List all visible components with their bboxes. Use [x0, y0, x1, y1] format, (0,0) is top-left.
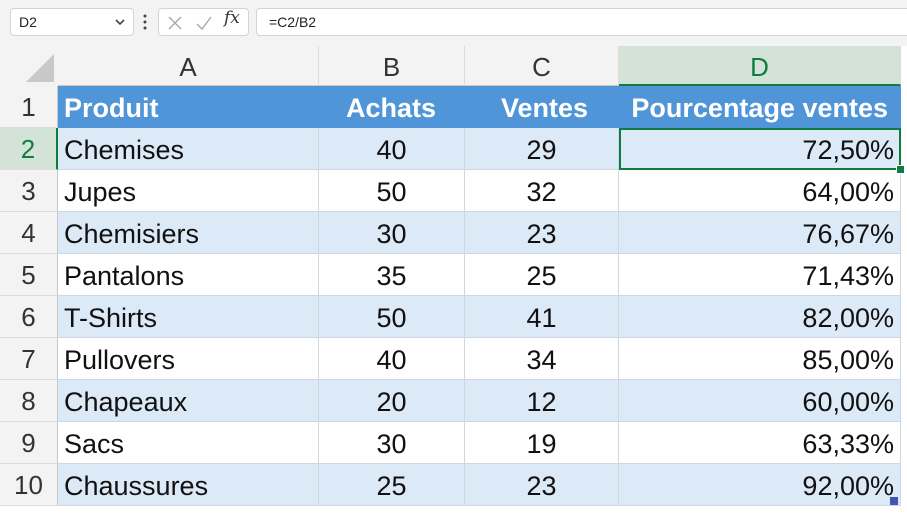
- cell-c10[interactable]: 23: [465, 464, 619, 506]
- select-all-triangle-icon: [26, 54, 54, 82]
- cell-d5[interactable]: 71,43%: [619, 254, 901, 296]
- select-all-button[interactable]: [0, 46, 58, 86]
- insert-function-button[interactable]: fx: [224, 8, 240, 28]
- column-header-a[interactable]: A: [58, 46, 319, 86]
- row-header-7[interactable]: 7: [0, 338, 58, 380]
- cell-c4[interactable]: 23: [465, 212, 619, 254]
- cell-b5[interactable]: 35: [319, 254, 465, 296]
- cell-d2[interactable]: 72,50%: [619, 128, 901, 170]
- cell-d3[interactable]: 64,00%: [619, 170, 901, 212]
- table-header-pourcentage[interactable]: Pourcentage ventes: [619, 86, 901, 128]
- cell-c5[interactable]: 25: [465, 254, 619, 296]
- cell-a6[interactable]: T-Shirts: [58, 296, 319, 338]
- cell-d7[interactable]: 85,00%: [619, 338, 901, 380]
- cell-d10[interactable]: 92,00%: [619, 464, 901, 506]
- cell-b10[interactable]: 25: [319, 464, 465, 506]
- cell-b8[interactable]: 20: [319, 380, 465, 422]
- more-options-icon[interactable]: [141, 12, 149, 32]
- column-header-b[interactable]: B: [319, 46, 465, 86]
- formula-bar: D2 fx =C2/B2: [0, 0, 907, 46]
- fill-handle[interactable]: [896, 165, 905, 174]
- row-header-9[interactable]: 9: [0, 422, 58, 464]
- chevron-down-icon[interactable]: [113, 9, 127, 35]
- row-header-8[interactable]: 8: [0, 380, 58, 422]
- cell-b3[interactable]: 50: [319, 170, 465, 212]
- cell-d6[interactable]: 82,00%: [619, 296, 901, 338]
- formula-input[interactable]: =C2/B2: [256, 8, 907, 36]
- name-box-value: D2: [19, 14, 37, 30]
- cell-c6[interactable]: 41: [465, 296, 619, 338]
- row-header-3[interactable]: 3: [0, 170, 58, 212]
- cell-b6[interactable]: 50: [319, 296, 465, 338]
- cell-a9[interactable]: Sacs: [58, 422, 319, 464]
- cell-c7[interactable]: 34: [465, 338, 619, 380]
- row-header-5[interactable]: 5: [0, 254, 58, 296]
- cell-a4[interactable]: Chemisiers: [58, 212, 319, 254]
- cell-d9[interactable]: 63,33%: [619, 422, 901, 464]
- cell-b7[interactable]: 40: [319, 338, 465, 380]
- cell-c9[interactable]: 19: [465, 422, 619, 464]
- spreadsheet-grid: A B C D 1 2 3 4 5 6 7 8 9 10 Produit Ach…: [0, 46, 907, 513]
- row-header-6[interactable]: 6: [0, 296, 58, 338]
- cell-a8[interactable]: Chapeaux: [58, 380, 319, 422]
- enter-check-icon[interactable]: [195, 14, 213, 32]
- row-header-4[interactable]: 4: [0, 212, 58, 254]
- column-header-c[interactable]: C: [465, 46, 619, 86]
- row-header-2[interactable]: 2: [0, 128, 58, 170]
- cell-d8[interactable]: 60,00%: [619, 380, 901, 422]
- row-header-10[interactable]: 10: [0, 464, 58, 506]
- cell-a5[interactable]: Pantalons: [58, 254, 319, 296]
- cell-a10[interactable]: Chaussures: [58, 464, 319, 506]
- cell-c8[interactable]: 12: [465, 380, 619, 422]
- table-header-produit[interactable]: Produit: [58, 86, 319, 128]
- cell-d4[interactable]: 76,67%: [619, 212, 901, 254]
- cell-b2[interactable]: 40: [319, 128, 465, 170]
- cell-b4[interactable]: 30: [319, 212, 465, 254]
- cell-a3[interactable]: Jupes: [58, 170, 319, 212]
- cell-a2[interactable]: Chemises: [58, 128, 319, 170]
- name-box[interactable]: D2: [10, 8, 134, 36]
- table-resize-handle[interactable]: [890, 497, 898, 505]
- cell-c3[interactable]: 32: [465, 170, 619, 212]
- cell-b9[interactable]: 30: [319, 422, 465, 464]
- table-header-achats[interactable]: Achats: [319, 86, 465, 128]
- cell-a7[interactable]: Pullovers: [58, 338, 319, 380]
- row-header-1[interactable]: 1: [0, 86, 58, 128]
- table-header-ventes[interactable]: Ventes: [465, 86, 619, 128]
- cell-c2[interactable]: 29: [465, 128, 619, 170]
- cancel-icon[interactable]: [166, 14, 184, 32]
- column-header-d[interactable]: D: [619, 46, 901, 86]
